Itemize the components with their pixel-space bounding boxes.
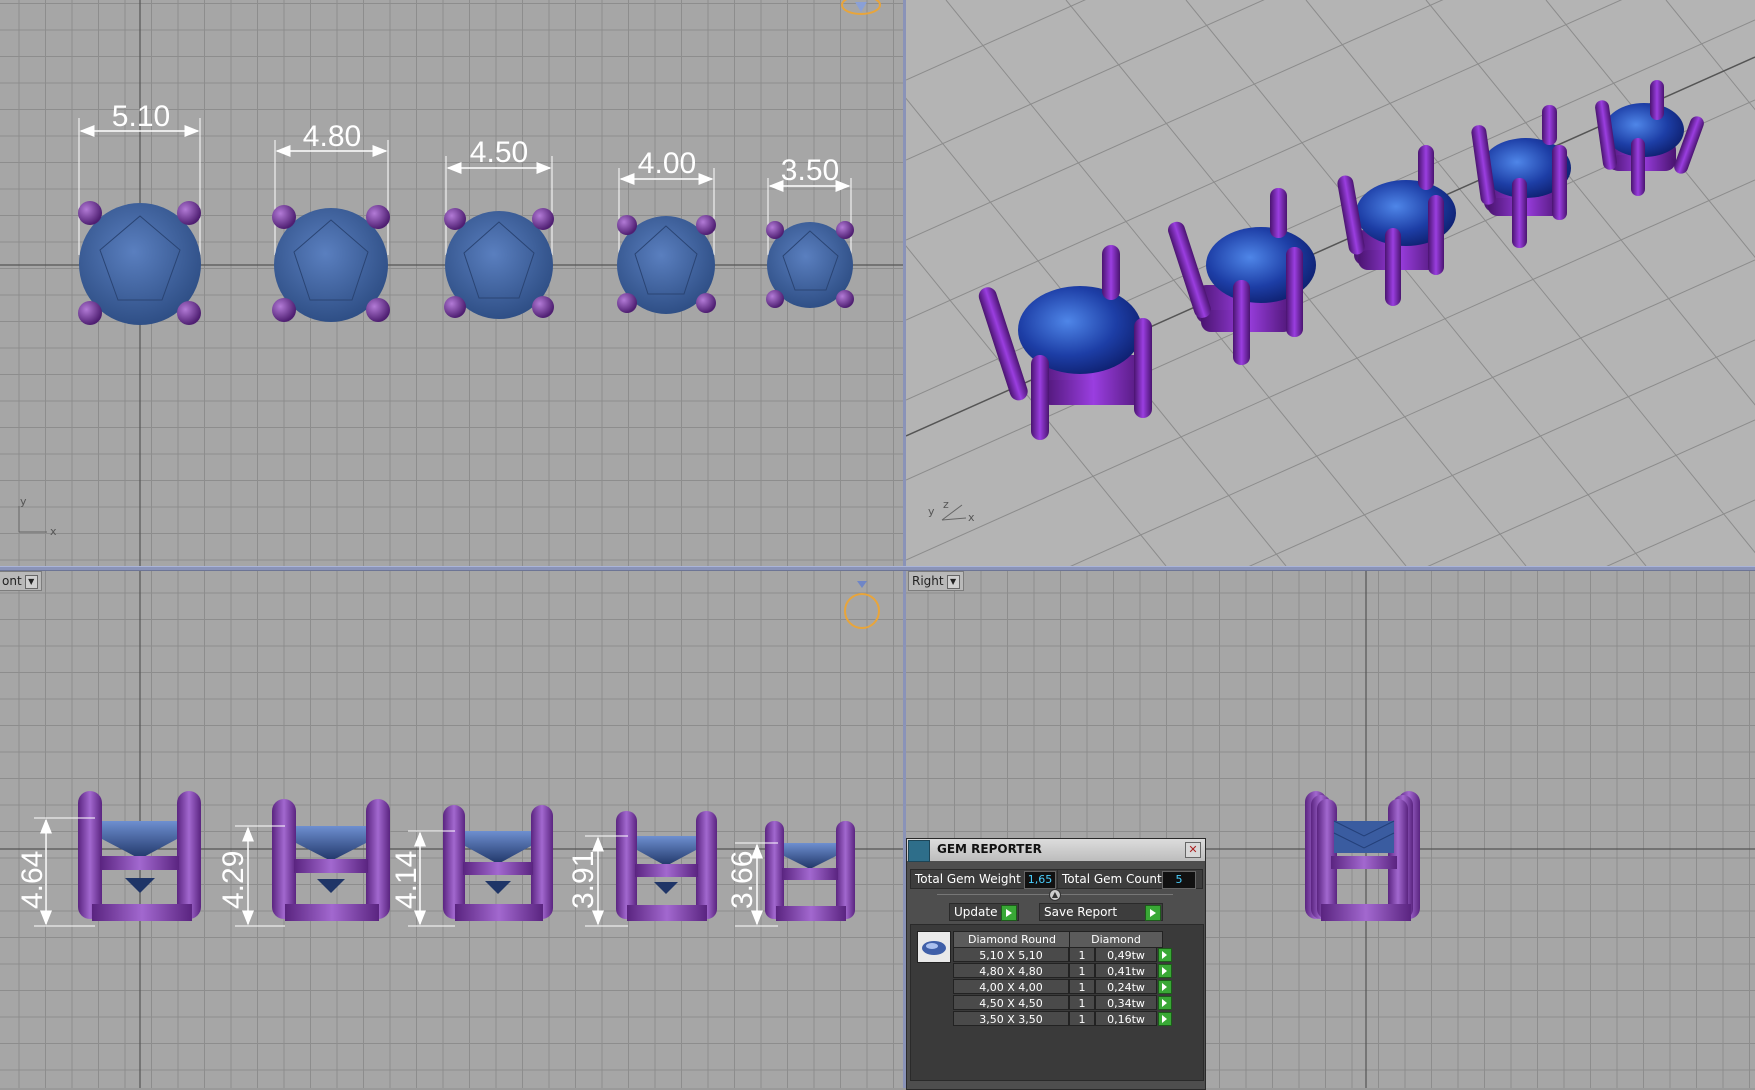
svg-text:x: x <box>50 525 57 538</box>
gem-qty: 1 <box>1069 947 1095 962</box>
gem-qty: 1 <box>1069 1011 1095 1026</box>
view-gizmo-icon[interactable] <box>841 0 881 15</box>
play-icon <box>1145 905 1161 921</box>
dim-label: 4.14 <box>390 851 423 909</box>
front-viewport[interactable]: ont ▼ 4.64 4.29 4.14 3.91 3.66 <box>0 571 903 1088</box>
dim-label: 4.50 <box>470 136 528 169</box>
dim-label: 3.50 <box>781 154 839 187</box>
total-gem-weight-label: Total Gem Weight <box>915 872 1021 886</box>
gem-size: 4,50 X 4,50 <box>953 995 1069 1010</box>
top-view-scene: 5.10 4.80 4.50 4.00 3.50 y x <box>0 0 903 566</box>
setting-front-5[interactable]: 3.66 <box>726 821 855 927</box>
gem-top-4[interactable]: 4.00 <box>617 147 716 314</box>
gem-qty: 1 <box>1069 979 1095 994</box>
update-button-label: Update <box>954 905 998 919</box>
axis-icon: y z x <box>928 498 975 524</box>
dim-label: 4.64 <box>16 851 49 909</box>
total-gem-count: Total Gem Count 5 <box>1057 869 1203 889</box>
gem-weight: 0,34tw <box>1095 995 1157 1010</box>
view-gizmo-icon[interactable] <box>844 593 880 629</box>
total-gem-count-label: Total Gem Count <box>1062 872 1162 886</box>
gem-reporter-logo-icon <box>908 840 930 862</box>
svg-text:y: y <box>928 505 935 518</box>
front-view-scene: 4.64 4.29 4.14 3.91 3.66 <box>0 571 903 1088</box>
setting-3d-1[interactable] <box>976 245 1152 440</box>
setting-front-3[interactable]: 4.14 <box>390 805 553 927</box>
svg-text:x: x <box>968 511 975 524</box>
diamond-round-thumbnail-icon[interactable] <box>917 931 951 963</box>
svg-text:y: y <box>20 495 27 508</box>
dim-label: 3.91 <box>567 851 600 909</box>
gem-size: 4,00 X 4,00 <box>953 979 1069 994</box>
perspective-scene: y z x <box>906 0 1755 566</box>
gem-qty: 1 <box>1069 963 1095 978</box>
svg-text:z: z <box>943 498 949 511</box>
play-icon[interactable] <box>1158 964 1172 978</box>
play-icon[interactable] <box>1158 1012 1172 1026</box>
save-report-button[interactable]: Save Report <box>1039 903 1163 921</box>
save-report-button-label: Save Report <box>1044 905 1118 919</box>
play-icon[interactable] <box>1158 980 1172 994</box>
setting-3d-5[interactable] <box>1594 80 1706 196</box>
total-gem-weight: Total Gem Weight 1,65 <box>910 869 1058 889</box>
column-header-shape: Diamond Round <box>953 931 1071 948</box>
dim-label: 4.29 <box>217 851 250 909</box>
setting-3d-4[interactable] <box>1471 105 1571 248</box>
play-icon[interactable] <box>1158 948 1172 962</box>
update-button[interactable]: Update <box>949 903 1019 921</box>
gem-size: 3,50 X 3,50 <box>953 1011 1069 1026</box>
collapse-toggle-icon[interactable]: ▲ <box>1049 889 1061 901</box>
dim-label: 5.10 <box>112 100 170 133</box>
gem-size: 5,10 X 5,10 <box>953 947 1069 962</box>
total-gem-count-value[interactable]: 5 <box>1162 871 1196 889</box>
play-icon <box>1001 905 1017 921</box>
dim-label: 4.00 <box>638 147 696 180</box>
close-icon[interactable]: ✕ <box>1185 842 1201 858</box>
setting-3d-3[interactable] <box>1336 145 1456 306</box>
gem-weight: 0,41tw <box>1095 963 1157 978</box>
setting-front-2[interactable]: 4.29 <box>217 799 390 927</box>
gem-reporter-titlebar[interactable]: GEM REPORTER ✕ <box>907 839 1205 862</box>
total-gem-weight-value[interactable]: 1,65 <box>1024 871 1056 889</box>
perspective-viewport[interactable]: y z x <box>906 0 1755 566</box>
gem-reporter-panel[interactable]: GEM REPORTER ✕ Total Gem Weight 1,65 Tot… <box>906 838 1206 1090</box>
gem-qty: 1 <box>1069 995 1095 1010</box>
gem-table: Diamond Round Diamond 5,10 X 5,10 1 0,49… <box>910 924 1204 1081</box>
setting-side-stack[interactable] <box>1305 791 1420 921</box>
gem-size: 4,80 X 4,80 <box>953 963 1069 978</box>
gem-weight: 0,49tw <box>1095 947 1157 962</box>
dim-label: 4.80 <box>303 120 361 153</box>
gem-top-5[interactable]: 3.50 <box>766 154 854 308</box>
setting-front-4[interactable]: 3.91 <box>567 811 717 927</box>
dim-label: 3.66 <box>726 851 759 909</box>
gem-top-2[interactable]: 4.80 <box>272 120 390 322</box>
column-header-material: Diamond <box>1069 931 1163 948</box>
gem-top-3[interactable]: 4.50 <box>444 136 554 319</box>
top-viewport[interactable]: 5.10 4.80 4.50 4.00 3.50 y x <box>0 0 903 566</box>
play-icon[interactable] <box>1158 996 1172 1010</box>
gem-weight: 0,16tw <box>1095 1011 1157 1026</box>
panel-title: GEM REPORTER <box>937 842 1042 856</box>
setting-front-1[interactable]: 4.64 <box>16 791 201 927</box>
axis-icon: y x <box>18 495 57 538</box>
gem-weight: 0,24tw <box>1095 979 1157 994</box>
